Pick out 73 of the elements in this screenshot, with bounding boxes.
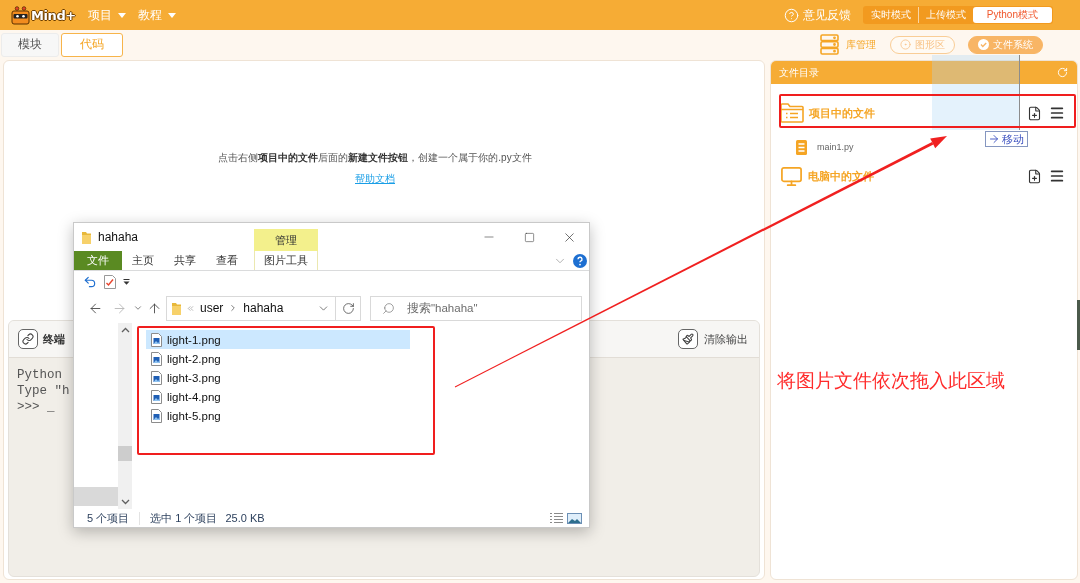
scrollbar-thumb[interactable] [118, 446, 132, 461]
help-icon [783, 7, 799, 23]
panel-title: 文件目录 [779, 65, 819, 80]
status-count: 5 个项目 [87, 510, 130, 526]
ribbon-tab[interactable]: 主页 [122, 251, 164, 270]
clear-output-button[interactable]: 清除输出 [678, 329, 748, 349]
menu-button[interactable] [1049, 105, 1065, 121]
image-file-icon [151, 389, 162, 404]
folder-icon [82, 230, 91, 244]
caret-icon [117, 12, 126, 18]
folder-list-icon [780, 103, 804, 123]
ribbon-tab[interactable]: 图片工具 [254, 251, 318, 270]
terminal-line: Type "h [17, 383, 70, 399]
help-icon[interactable] [573, 253, 587, 268]
recent-locations-icon[interactable] [133, 303, 143, 313]
file-item[interactable]: light-1.png [146, 330, 410, 349]
terminal-line: Python [17, 367, 62, 383]
refresh-button[interactable] [336, 295, 361, 321]
file-item[interactable]: light-4.png [146, 387, 410, 406]
undo-icon[interactable] [83, 275, 97, 289]
page-scrollbar-thumb [1077, 300, 1080, 350]
breadcrumb-item[interactable]: user [200, 301, 224, 315]
drag-tooltip: 移动 [985, 131, 1028, 147]
search-field[interactable]: 搜索"hahaha" [370, 295, 582, 321]
image-file-icon [151, 370, 162, 385]
customize-dropdown-icon[interactable] [123, 279, 130, 285]
annotation-note: 将图片文件依次拖入此区域 [777, 369, 1005, 393]
scroll-down-icon[interactable] [120, 499, 130, 505]
address-bar[interactable]: user hahaha [166, 295, 336, 321]
file-item[interactable]: light-2.png [146, 349, 410, 368]
maximize-icon[interactable] [523, 231, 535, 243]
status-selection: 选中 1 个项目 [150, 510, 218, 526]
image-file-icon [151, 351, 162, 366]
arrow-right-icon [988, 133, 1000, 145]
monitor-icon [780, 164, 803, 188]
status-size: 25.0 KB [225, 512, 265, 524]
target-icon [900, 39, 911, 50]
server-stack-icon [820, 34, 839, 55]
editor-tab[interactable]: 模块 [1, 32, 59, 57]
ribbon-tab[interactable]: 共享 [164, 251, 206, 270]
scroll-up-icon[interactable] [120, 327, 130, 333]
refresh-icon [341, 301, 355, 315]
search-icon [382, 301, 395, 315]
new-file-button[interactable] [1027, 168, 1042, 184]
folder-icon [172, 301, 181, 315]
context-tab[interactable]: 管理 [254, 229, 318, 251]
check-circle-icon [978, 39, 989, 50]
breadcrumb-item[interactable]: hahaha [243, 301, 284, 315]
details-view-icon[interactable] [549, 512, 564, 524]
terminal-title: 终端 [43, 331, 65, 347]
file-item[interactable]: light-5.png [146, 406, 410, 425]
menu-button[interactable] [1049, 168, 1065, 184]
window-title: hahaha [98, 230, 139, 244]
terminal-line: >>> _ [17, 399, 55, 415]
link-icon [18, 329, 38, 349]
caret-icon [167, 12, 176, 18]
file-item[interactable]: main1.py [817, 142, 854, 152]
editor-hint: 点击右侧项目中的文件后面的新建文件按钮，创建一个属于你的.py文件 [218, 151, 532, 165]
image-file-icon [151, 408, 162, 423]
robot-logo-icon [11, 5, 30, 25]
section-title: 项目中的文件 [809, 105, 875, 121]
double-chevron-icon [186, 303, 195, 313]
brush-icon [678, 329, 698, 349]
document-icon [796, 139, 807, 155]
file-item[interactable]: light-3.png [146, 368, 410, 387]
new-file-button[interactable] [1027, 105, 1042, 121]
ribbon-tab[interactable]: 查看 [206, 251, 248, 270]
mode-option[interactable]: Python模式 [972, 7, 1052, 23]
image-file-icon [151, 332, 162, 347]
checklist-icon[interactable] [104, 275, 116, 289]
thumbnail-view-icon[interactable] [567, 512, 582, 524]
ribbon-tab[interactable]: 文件 [74, 251, 122, 270]
app-logo: Mind+ [31, 7, 76, 23]
